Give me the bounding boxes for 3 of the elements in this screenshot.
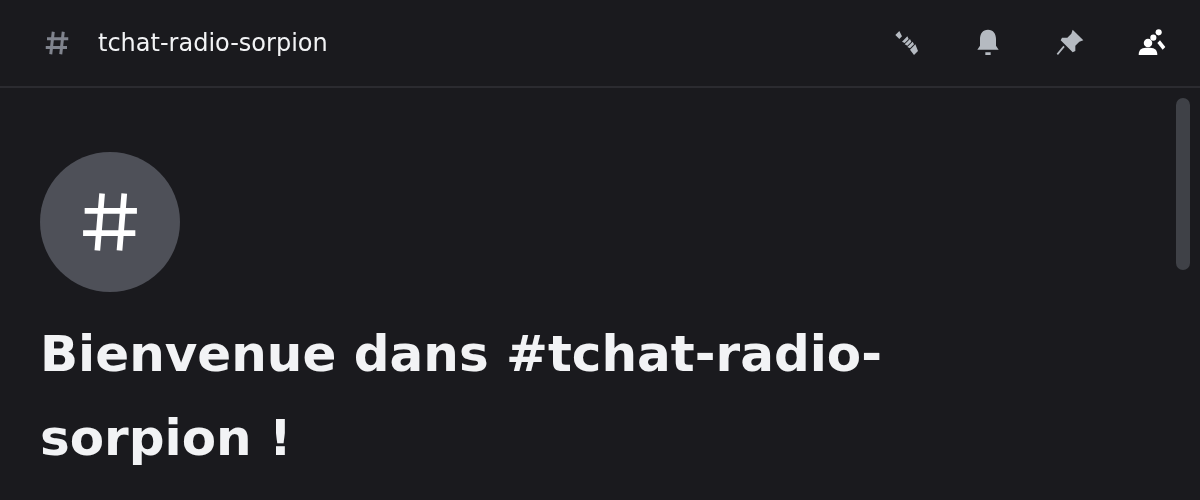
scrollbar[interactable] [1176, 98, 1190, 270]
channel-name: tchat-radio-sorpion [98, 29, 328, 57]
welcome-title: Bienvenue dans #tchat-radio-sorpion ! [40, 324, 883, 469]
